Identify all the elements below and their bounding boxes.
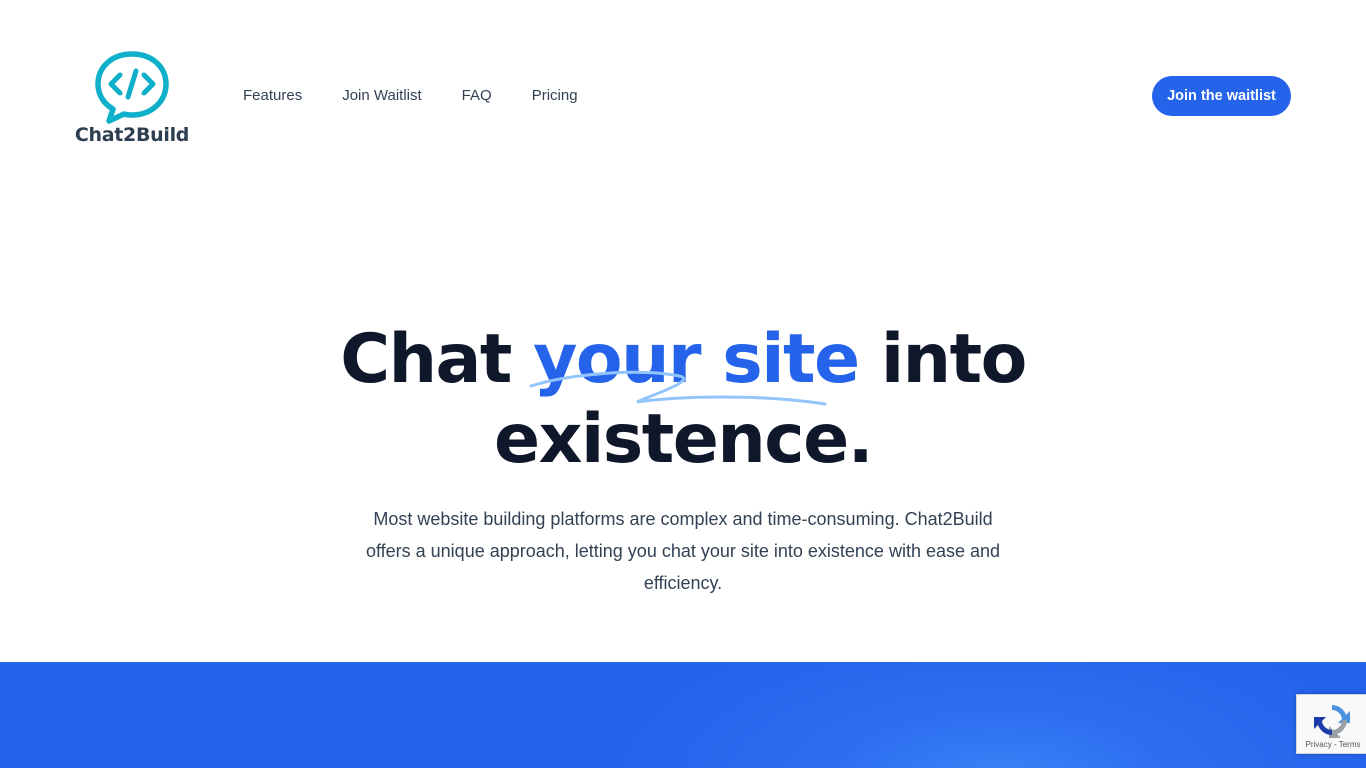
join-waitlist-button[interactable]: Join the waitlist xyxy=(1152,76,1291,116)
hero-title-highlight-text: your site xyxy=(533,320,860,399)
recaptcha-badge[interactable]: Privacy - Terms xyxy=(1296,694,1366,754)
chat-code-icon xyxy=(95,51,169,124)
nav-link-faq[interactable]: FAQ xyxy=(462,86,492,106)
recaptcha-icon xyxy=(1314,705,1350,738)
recaptcha-privacy-link[interactable]: Privacy xyxy=(1306,740,1332,749)
main-nav: Features Join Waitlist FAQ Pricing xyxy=(243,86,618,106)
recaptcha-separator: - xyxy=(1331,740,1339,749)
hero-title: Chat your site into existence. xyxy=(283,320,1083,480)
nav-link-features[interactable]: Features xyxy=(243,86,302,106)
features-section-background xyxy=(0,662,1366,768)
hero-subtitle: Most website building platforms are comp… xyxy=(365,509,1001,593)
brand-logo[interactable]: Chat2Build xyxy=(74,50,190,150)
nav-link-pricing[interactable]: Pricing xyxy=(532,86,578,106)
hero-title-start: Chat xyxy=(340,320,534,399)
nav-link-join-waitlist[interactable]: Join Waitlist xyxy=(342,86,421,106)
site-header: Chat2Build Features Join Waitlist FAQ Pr… xyxy=(0,0,1366,190)
brand-name: Chat2Build xyxy=(74,124,190,146)
recaptcha-terms-link[interactable]: Terms xyxy=(1339,740,1361,749)
landing-page: Chat2Build Features Join Waitlist FAQ Pr… xyxy=(0,0,1366,768)
hero-title-highlight: your site xyxy=(529,320,860,406)
recaptcha-links: Privacy - Terms xyxy=(1297,740,1366,749)
